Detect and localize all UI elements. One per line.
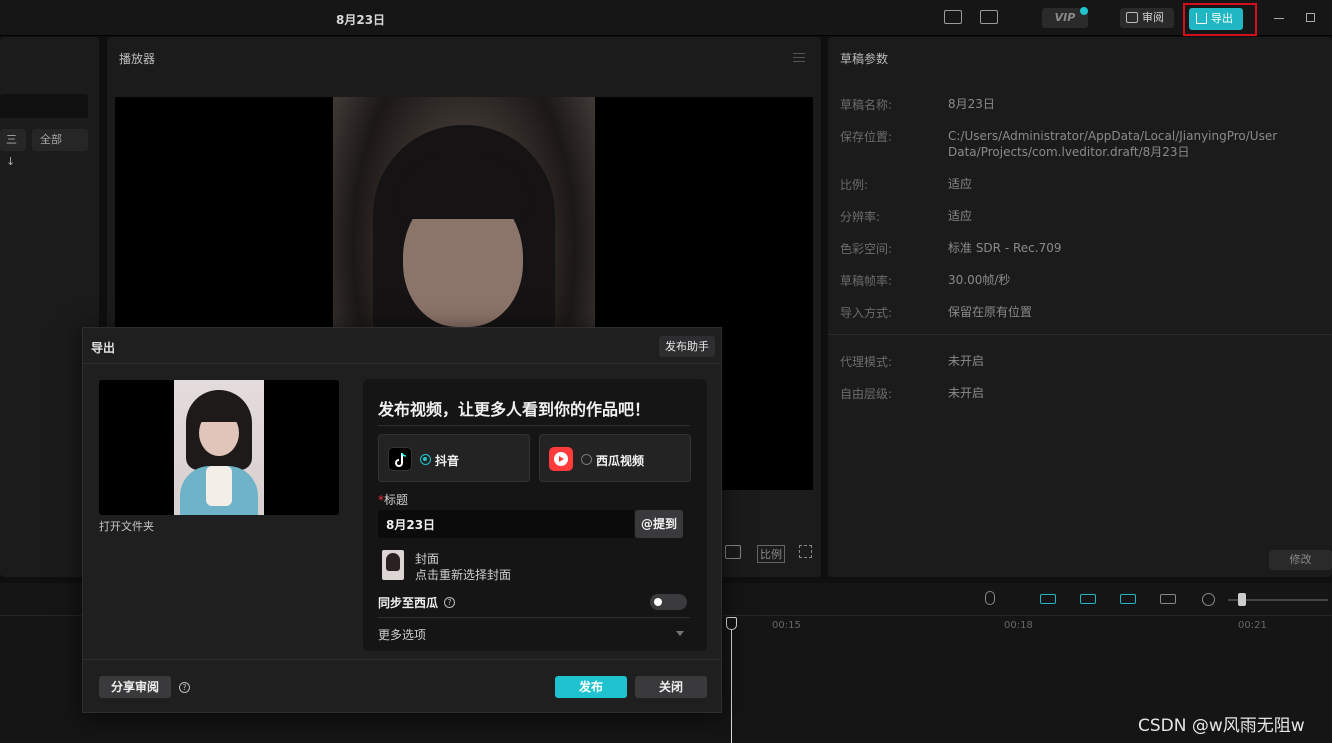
- publish-button[interactable]: 发布: [555, 676, 627, 698]
- platform-name: 西瓜视频: [596, 454, 645, 468]
- playhead-handle[interactable]: [726, 617, 737, 630]
- xigua-logo-icon: [549, 447, 573, 471]
- microphone-icon[interactable]: [985, 591, 995, 605]
- open-folder-link[interactable]: 打开文件夹: [99, 518, 154, 534]
- platform-xigua[interactable]: 西瓜视频: [539, 434, 691, 482]
- layout-icon[interactable]: [980, 10, 998, 24]
- divider: [378, 617, 690, 618]
- share-review-button[interactable]: 分享审阅: [99, 676, 171, 698]
- export-highlight-box: 导出: [1183, 3, 1257, 36]
- split-icon[interactable]: [1160, 594, 1176, 604]
- timeline-tick: 00:21: [1238, 620, 1267, 631]
- draft-params-panel: 草稿参数 草稿名称: 8月23日 保存位置: C:/Users/Administra…: [828, 37, 1332, 577]
- link-icon[interactable]: [1040, 594, 1056, 604]
- export-dialog: 导出 发布助手 打开文件夹 发布视频，让更多人看到你的作品吧！ 抖音 西瓜视频 …: [82, 327, 722, 713]
- filter-button[interactable]: 全部: [32, 129, 88, 151]
- chevron-down-icon[interactable]: [676, 631, 684, 636]
- review-icon: [1126, 12, 1138, 23]
- export-icon: [1196, 13, 1207, 24]
- keyboard-icon[interactable]: [944, 10, 962, 24]
- help-icon[interactable]: ?: [444, 597, 455, 608]
- review-button[interactable]: 审阅: [1120, 8, 1174, 28]
- publish-section: 发布视频，让更多人看到你的作品吧！ 抖音 西瓜视频 *标题 @提到 封面 点击重…: [363, 379, 707, 651]
- mention-button[interactable]: @提到: [635, 510, 683, 538]
- publish-assistant-button[interactable]: 发布助手: [659, 336, 715, 357]
- cover-reselect-link[interactable]: 点击重新选择封面: [415, 566, 511, 583]
- title-input[interactable]: [378, 510, 634, 538]
- timeline-tick: 00:18: [1004, 620, 1033, 631]
- search-input[interactable]: [0, 94, 88, 118]
- watermark: CSDN @w风雨无阻w: [1138, 716, 1305, 736]
- ratio-button[interactable]: 比例: [757, 545, 785, 563]
- xigua-radio[interactable]: [581, 454, 592, 465]
- magnet-icon[interactable]: [1080, 594, 1096, 604]
- divider: [378, 425, 690, 426]
- douyin-logo-icon: [388, 447, 412, 471]
- help-icon[interactable]: ?: [179, 682, 190, 693]
- cover-title: 封面: [415, 552, 440, 566]
- zoom-out-icon[interactable]: [1202, 593, 1215, 606]
- export-button[interactable]: 导出: [1189, 8, 1243, 30]
- divider: [83, 659, 721, 660]
- modify-button[interactable]: 修改: [1269, 550, 1332, 570]
- title-label: *标题: [378, 493, 409, 507]
- export-label: 导出: [1211, 12, 1233, 25]
- maximize-icon[interactable]: [1306, 13, 1315, 22]
- video-preview: [99, 380, 339, 515]
- top-bar: 8月23日 VIP 审阅 导出: [0, 0, 1332, 36]
- dialog-title: 导出: [91, 341, 116, 355]
- zoom-slider-handle[interactable]: [1238, 593, 1246, 606]
- snap-icon[interactable]: [1120, 594, 1136, 604]
- menu-icon[interactable]: [793, 53, 805, 62]
- timeline-tick: 00:15: [772, 620, 801, 631]
- playhead-line[interactable]: [731, 618, 732, 743]
- zoom-fit-icon[interactable]: [725, 545, 741, 559]
- player-title: 播放器: [119, 52, 156, 66]
- draft-title: 草稿参数: [840, 52, 889, 66]
- publish-headline: 发布视频，让更多人看到你的作品吧！: [378, 400, 651, 419]
- preview-image: [174, 380, 264, 515]
- sync-xigua-toggle[interactable]: [650, 594, 687, 610]
- cover-thumbnail[interactable]: [382, 550, 404, 580]
- dialog-header: 导出 发布助手: [83, 328, 721, 364]
- douyin-radio[interactable]: [420, 454, 431, 465]
- close-button[interactable]: 关闭: [635, 676, 707, 698]
- platform-name: 抖音: [435, 454, 460, 468]
- review-label: 审阅: [1142, 11, 1164, 24]
- sync-xigua-label: 同步至西瓜: [378, 596, 439, 610]
- notification-dot: [1080, 7, 1088, 15]
- window-title: 8月23日: [336, 13, 386, 27]
- more-options-label[interactable]: 更多选项: [378, 626, 426, 643]
- fullscreen-icon[interactable]: [799, 545, 812, 558]
- sort-button[interactable]: 三↓: [0, 129, 26, 168]
- minimize-icon[interactable]: [1274, 18, 1284, 19]
- divider: [828, 334, 1332, 335]
- platform-douyin[interactable]: 抖音: [378, 434, 530, 482]
